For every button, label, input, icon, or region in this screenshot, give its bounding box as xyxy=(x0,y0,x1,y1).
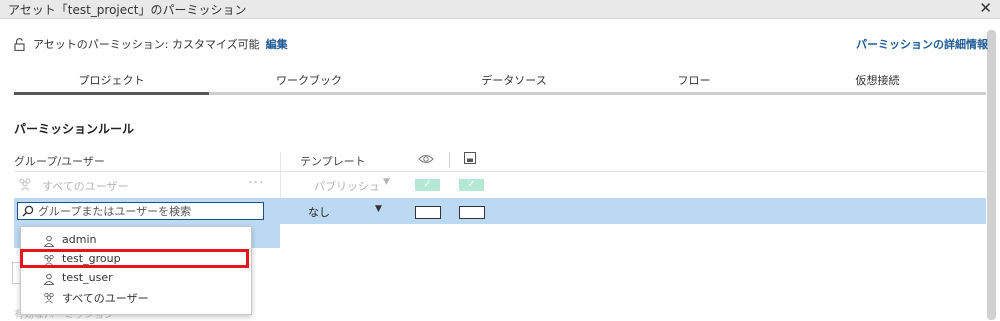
group-icon xyxy=(19,178,31,191)
group-user-search[interactable] xyxy=(17,202,264,220)
dropdown-item-label: すべてのユーザー xyxy=(62,292,149,305)
unlock-icon xyxy=(14,37,25,51)
content-type-tabs: プロジェクト ワークブック データソース フロー 仮想接続 xyxy=(14,70,986,95)
user-icon xyxy=(43,235,55,247)
check-save[interactable]: ✓ xyxy=(459,179,484,191)
scrollbar[interactable] xyxy=(987,30,997,320)
scrollbar-thumb[interactable] xyxy=(987,30,996,320)
template-select[interactable]: なし xyxy=(308,204,330,220)
save-icon xyxy=(464,152,476,164)
search-input[interactable] xyxy=(38,203,260,219)
dropdown-item-admin[interactable]: admin xyxy=(21,231,251,250)
tab-project[interactable]: プロジェクト xyxy=(14,70,209,95)
search-icon xyxy=(22,205,34,217)
column-divider xyxy=(449,152,450,168)
search-results-dropdown: admin test_group test_user すべてのユーザー xyxy=(20,226,252,315)
permission-rules-title: パーミッションルール xyxy=(14,122,135,136)
eye-icon xyxy=(418,155,434,163)
rule-row-name: すべてのユーザー xyxy=(42,180,129,193)
close-icon[interactable]: ✕ xyxy=(979,0,992,17)
dialog-title: アセット「test_project」のパーミッション xyxy=(8,3,247,17)
edit-link[interactable]: 編集 xyxy=(266,36,288,52)
dropdown-item-label: test_user xyxy=(62,271,113,284)
dropdown-item-all-users[interactable]: すべてのユーザー xyxy=(21,288,251,307)
capability-save-box[interactable] xyxy=(459,206,485,219)
dropdown-item-test-user[interactable]: test_user xyxy=(21,269,251,288)
rule-row-all-users[interactable]: すべてのユーザー ··· パブリッシュ ▼ ✓ ✓ xyxy=(14,172,986,198)
column-group-user: グループ/ユーザー xyxy=(14,155,105,168)
dialog-title-bar: アセット「test_project」のパーミッション ✕ xyxy=(0,0,1000,19)
permission-details-link[interactable]: パーミッションの詳細情報 xyxy=(856,36,988,52)
chevron-down-icon[interactable]: ▼ xyxy=(375,204,382,214)
group-icon xyxy=(44,254,54,266)
tab-virtual-connection[interactable]: 仮想接続 xyxy=(769,70,986,95)
capability-view-box[interactable] xyxy=(415,206,441,219)
more-options-icon[interactable]: ··· xyxy=(248,175,264,191)
dropdown-item-test-group[interactable]: test_group xyxy=(21,250,251,269)
rule-row-editing: なし ▼ xyxy=(14,198,986,224)
asset-permission-line: アセットのパーミッション: カスタマイズ可能 編集 xyxy=(14,36,288,52)
column-template: テンプレート xyxy=(300,155,366,168)
asset-permission-label: アセットのパーミッション: カスタマイズ可能 xyxy=(33,38,260,51)
tab-datasource[interactable]: データソース xyxy=(409,70,619,95)
chevron-down-icon[interactable]: ▼ xyxy=(383,177,390,187)
dropdown-item-label: admin xyxy=(62,233,97,246)
dropdown-item-label: test_group xyxy=(62,252,121,265)
tab-flow[interactable]: フロー xyxy=(619,70,769,95)
check-view[interactable]: ✓ xyxy=(415,179,440,191)
tab-workbook[interactable]: ワークブック xyxy=(209,70,409,95)
user-icon xyxy=(43,273,55,285)
rule-row-template[interactable]: パブリッシュ xyxy=(314,178,380,194)
group-icon xyxy=(44,292,54,304)
